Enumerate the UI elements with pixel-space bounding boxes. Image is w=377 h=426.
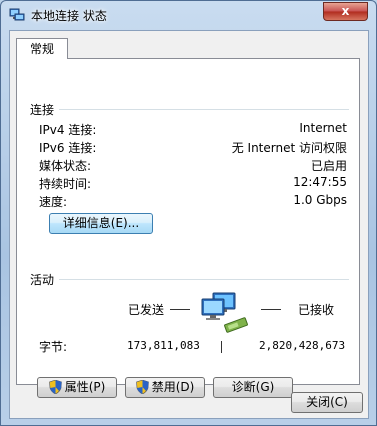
ipv4-label: IPv4 连接: — [39, 123, 97, 137]
ipv6-value: 无 Internet 访问权限 — [231, 141, 347, 155]
window-title: 本地连接 状态 — [31, 9, 107, 23]
title-bar[interactable]: 本地连接 状态 x — [1, 1, 376, 29]
bytes-label: 字节: — [39, 340, 68, 354]
sent-line — [170, 309, 190, 310]
connection-heading: 连接 — [30, 103, 55, 117]
dialog-client-area: 常规 连接 IPv4 连接: Internet IPv6 连接: 无 Inter… — [9, 30, 369, 419]
diagnose-button[interactable]: 诊断(G) — [213, 377, 293, 398]
properties-label: 属性(P) — [64, 380, 106, 394]
disable-label: 禁用(D) — [151, 380, 195, 394]
bytes-divider — [221, 341, 222, 353]
general-tab-panel: 连接 IPv4 连接: Internet IPv6 连接: 无 Internet… — [16, 58, 360, 398]
speed-label: 速度: — [39, 195, 68, 209]
tab-general[interactable]: 常规 — [16, 38, 68, 59]
uac-shield-icon — [48, 379, 62, 395]
media-state-label: 媒体状态: — [39, 159, 92, 173]
bytes-sent-value: 173,811,083 — [127, 339, 200, 352]
network-computers-icon — [199, 291, 255, 335]
bytes-received-value: 2,820,428,673 — [259, 339, 346, 352]
speed-value: 1.0 Gbps — [293, 193, 347, 207]
sent-label: 已发送 — [128, 303, 165, 317]
activity-heading: 活动 — [30, 273, 55, 287]
properties-button[interactable]: 属性(P) — [37, 377, 117, 398]
network-connection-icon — [9, 7, 25, 23]
status-dialog-window: 本地连接 状态 x 常规 连接 IPv4 连接: Internet IPv6 连… — [0, 0, 377, 426]
received-line — [261, 309, 281, 310]
close-window-button[interactable]: x — [323, 2, 368, 21]
uac-shield-icon — [135, 379, 149, 395]
disable-button[interactable]: 禁用(D) — [125, 377, 205, 398]
activity-divider — [59, 279, 349, 280]
media-state-value: 已启用 — [310, 159, 347, 173]
ipv6-label: IPv6 连接: — [39, 141, 97, 155]
details-button[interactable]: 详细信息(E)... — [49, 213, 153, 234]
close-button[interactable]: 关闭(C) — [291, 392, 363, 413]
duration-value: 12:47:55 — [293, 175, 347, 189]
duration-label: 持续时间: — [39, 177, 92, 191]
connection-divider — [59, 109, 349, 110]
ipv4-value: Internet — [299, 121, 347, 135]
received-label: 已接收 — [298, 303, 335, 317]
